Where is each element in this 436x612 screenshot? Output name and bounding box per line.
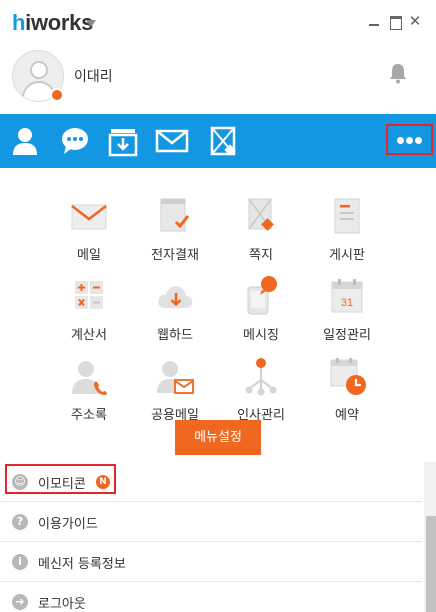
logout-icon: ➜ xyxy=(12,594,28,610)
app-mail[interactable]: 메일 xyxy=(44,180,134,263)
more-button[interactable] xyxy=(386,124,433,155)
app-approval[interactable]: 전자결재 xyxy=(130,180,220,263)
reservation-icon xyxy=(330,358,366,395)
shared-mail-icon xyxy=(157,361,194,394)
brand-logo[interactable]: hiworks xyxy=(12,10,93,36)
status-more-icon[interactable] xyxy=(50,85,64,102)
profile-section: 이대리 xyxy=(0,44,436,114)
app-invoice[interactable]: 계산서 xyxy=(44,260,134,343)
maximize-button[interactable] xyxy=(388,14,402,30)
new-badge: N xyxy=(96,475,110,489)
bell-icon[interactable] xyxy=(388,62,408,84)
app-calendar[interactable]: 31 일정관리 xyxy=(302,260,392,343)
mobile-message-icon xyxy=(247,276,277,315)
list-item-logout[interactable]: ➜ 로그아웃 xyxy=(0,582,422,612)
brand-dropdown-icon[interactable] xyxy=(86,20,96,27)
address-book-icon xyxy=(72,361,107,395)
app-address-book[interactable]: 주소록 xyxy=(44,340,134,423)
list-item-guide[interactable]: ? 이용가이드 xyxy=(0,502,422,542)
app-reservation[interactable]: 예약 xyxy=(302,340,392,423)
user-name: 이대리 xyxy=(74,69,113,85)
list-scrollbar[interactable] xyxy=(424,462,436,612)
mail-icon xyxy=(71,204,107,230)
list-item-messenger-info[interactable]: i 메신저 등록정보 xyxy=(0,542,422,582)
mail-icon[interactable] xyxy=(155,124,189,158)
app-webhard[interactable]: 웹하드 xyxy=(130,260,220,343)
chat-icon[interactable] xyxy=(58,124,92,158)
app-shared-mail[interactable]: 공용메일 xyxy=(130,340,220,423)
approval-icon xyxy=(160,198,190,232)
app-board[interactable]: 게시판 xyxy=(302,180,392,263)
note-icon xyxy=(248,198,274,231)
note-icon[interactable] xyxy=(206,124,240,158)
calendar-icon: 31 xyxy=(331,279,363,313)
scroll-thumb[interactable] xyxy=(426,516,436,612)
org-chart-icon xyxy=(245,358,277,396)
contacts-icon[interactable] xyxy=(8,124,42,158)
list-item-emoticon[interactable]: ☺ 이모티콘 N xyxy=(0,462,422,502)
download-box-icon[interactable] xyxy=(106,124,140,158)
app-note[interactable]: 쪽지 xyxy=(216,180,306,263)
svg-text:31: 31 xyxy=(341,297,353,309)
minimize-button[interactable] xyxy=(367,14,381,28)
quick-toolbar xyxy=(0,114,436,168)
app-messaging[interactable]: 메시징 xyxy=(216,260,306,343)
title-bar: hiworks ✕ xyxy=(0,0,436,44)
close-button[interactable]: ✕ xyxy=(408,14,422,29)
cloud-download-icon xyxy=(158,286,193,308)
smile-icon: ☺ xyxy=(12,474,28,490)
board-icon xyxy=(334,198,360,234)
app-hr[interactable]: 인사관리 xyxy=(216,340,306,423)
info-icon: i xyxy=(12,554,28,570)
question-icon: ? xyxy=(12,514,28,530)
calculator-icon xyxy=(75,281,103,309)
menu-settings-button[interactable]: 메뉴설정 xyxy=(175,420,261,455)
